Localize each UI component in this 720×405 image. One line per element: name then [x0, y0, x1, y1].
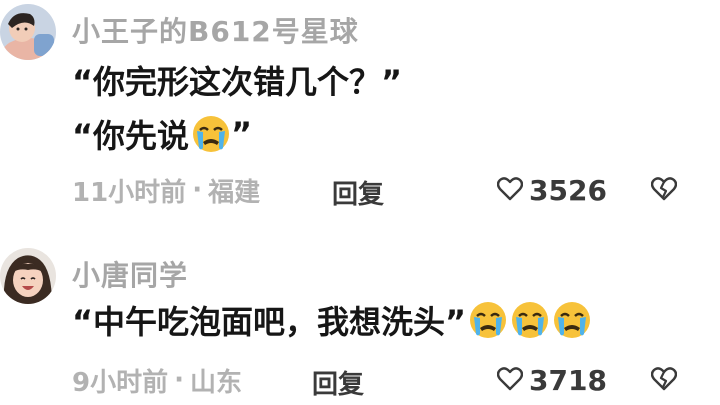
- location: 福建: [208, 177, 261, 208]
- crying-emoji: [191, 114, 231, 154]
- broken-heart-icon: [650, 367, 678, 395]
- broken-heart-icon: [650, 177, 678, 205]
- comment-meta: 9小时前 · 山东: [72, 362, 242, 398]
- separator: ·: [174, 365, 184, 395]
- reply-button[interactable]: 回复: [332, 174, 384, 211]
- location: 山东: [189, 367, 242, 398]
- avatar[interactable]: [0, 248, 56, 304]
- dislike-button[interactable]: [650, 177, 678, 205]
- comment-text: “你完形这次错几个？”: [72, 63, 403, 101]
- comment-meta: 11小时前 · 福建: [72, 172, 260, 208]
- heart-outline-icon: [496, 366, 524, 395]
- comment-text-line: “你完形这次错几个？”: [72, 58, 402, 102]
- comment-text: “中午吃泡面吧，我想洗头”: [72, 303, 467, 341]
- like-button[interactable]: 3718: [496, 364, 607, 397]
- comment-item: 小王子的B612号星球 “你完形这次错几个？” “你先说 ” 11小时前 · 福…: [0, 0, 720, 212]
- timestamp: 9小时前: [72, 367, 169, 398]
- comment-text-line: “中午吃泡面吧，我想洗头”: [72, 298, 592, 342]
- reply-button[interactable]: 回复: [312, 364, 364, 401]
- separator: ·: [192, 175, 203, 205]
- comment-text: ”: [231, 115, 253, 153]
- heart-outline-icon: [496, 176, 524, 205]
- crying-emoji: [468, 300, 508, 340]
- crying-emoji: [552, 300, 592, 340]
- username[interactable]: 小王子的B612号星球: [72, 10, 359, 50]
- dislike-button[interactable]: [650, 367, 678, 395]
- comment-item: 小唐同学 “中午吃泡面吧，我想洗头” 9小时前 · 山东 回复 3718: [0, 240, 720, 405]
- like-button[interactable]: 3526: [496, 174, 607, 207]
- comment-text: “你先说: [72, 117, 190, 155]
- timestamp: 11小时前: [72, 177, 187, 208]
- like-count: 3526: [529, 174, 607, 207]
- avatar[interactable]: [0, 4, 56, 60]
- comment-list: 小王子的B612号星球 “你完形这次错几个？” “你先说 ” 11小时前 · 福…: [0, 0, 720, 405]
- username[interactable]: 小唐同学: [72, 254, 188, 294]
- like-count: 3718: [529, 364, 607, 397]
- crying-emoji: [510, 300, 550, 340]
- comment-text-line: “你先说 ”: [72, 112, 252, 156]
